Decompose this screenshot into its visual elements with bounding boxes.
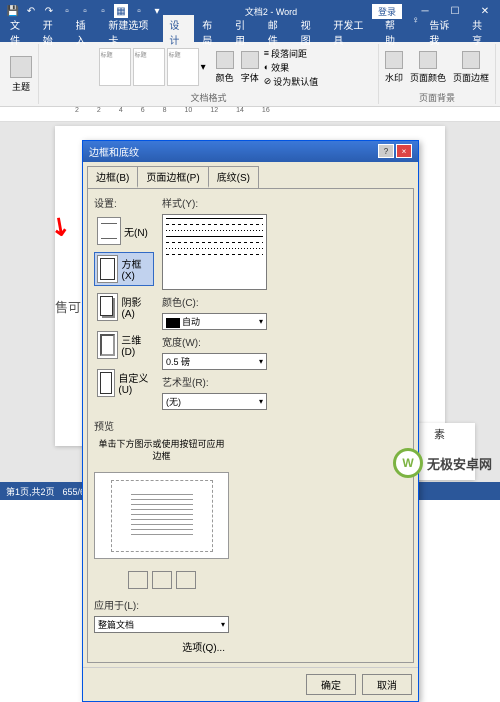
dialog-help-icon[interactable]: ? <box>378 144 394 158</box>
box-icon <box>97 255 118 283</box>
watermark-text: 无极安卓网 <box>427 454 492 473</box>
options-button[interactable]: 选项(Q)... <box>94 637 229 656</box>
width-label: 宽度(W): <box>162 334 267 349</box>
effects-button[interactable]: ◐ 效果 <box>264 61 319 74</box>
preview-label: 预览 <box>94 418 229 433</box>
apply-select[interactable]: 整篇文档 <box>94 616 229 633</box>
setting-box[interactable]: 方框(X) <box>94 252 154 286</box>
site-watermark: W 无极安卓网 <box>393 448 492 478</box>
dialog-tab-shading[interactable]: 底纹(S) <box>208 166 259 188</box>
dialog-tab-borders[interactable]: 边框(B) <box>87 166 138 188</box>
setting-shadow[interactable]: 阴影(A) <box>94 290 154 324</box>
dialog-title: 边框和底纹 <box>89 144 139 159</box>
watermark-button[interactable]: 水印 <box>383 49 405 86</box>
page-count[interactable]: 第1页,共2页 <box>6 485 55 498</box>
ribbon-group-background: 水印 页面颜色 页面边框 页面背景 <box>379 44 496 104</box>
style-column: 样式(Y): 颜色(C): 自动 宽度(W): 0.5 磅 艺术型(R): (无… <box>162 195 267 410</box>
colors-button[interactable]: 颜色 <box>214 49 236 86</box>
setting-3d[interactable]: 三维(D) <box>94 328 154 362</box>
dialog-tabs: 边框(B) 页面边框(P) 底纹(S) <box>83 162 418 188</box>
cancel-button[interactable]: 取消 <box>362 674 412 695</box>
apply-label: 应用于(L): <box>94 597 229 612</box>
dialog-footer: 确定 取消 <box>83 667 418 701</box>
setting-none[interactable]: 无(N) <box>94 214 154 248</box>
style-thumb[interactable]: 标题 <box>99 48 131 86</box>
ribbon-group-themes: 主题 <box>4 44 39 104</box>
color-label: 颜色(C): <box>162 294 267 309</box>
themes-icon <box>10 56 32 78</box>
preview-box[interactable] <box>94 472 229 559</box>
themes-button[interactable]: 主题 <box>8 54 34 95</box>
width-select[interactable]: 0.5 磅 <box>162 353 267 370</box>
color-select[interactable]: 自动 <box>162 313 267 330</box>
dialog-tab-page-borders[interactable]: 页面边框(P) <box>137 166 208 188</box>
none-icon <box>97 217 121 245</box>
preview-column: 预览 单击下方图示或使用按钮可应用边框 应用于(L): 整篇文档 选项(Q)..… <box>94 418 229 656</box>
fonts-icon <box>241 51 259 69</box>
style-gallery[interactable]: 标题 标题 标题 ▾ <box>99 48 211 86</box>
style-listbox[interactable] <box>162 214 267 290</box>
page-color-icon <box>419 51 437 69</box>
themes-label: 主题 <box>12 80 30 93</box>
page-border-button[interactable]: 页面边框 <box>451 49 491 86</box>
para-spacing-button[interactable]: ≡ 段落间距 <box>264 47 319 60</box>
gallery-more-icon[interactable]: ▾ <box>201 48 211 86</box>
shadow-icon <box>97 293 118 321</box>
edge-buttons <box>94 571 229 589</box>
page-border-icon <box>462 51 480 69</box>
style-thumb[interactable]: 标题 <box>167 48 199 86</box>
style-thumb[interactable]: 标题 <box>133 48 165 86</box>
page-color-button[interactable]: 页面颜色 <box>408 49 448 86</box>
edge-btn[interactable] <box>176 571 196 589</box>
threed-icon <box>97 331 118 359</box>
set-default-button[interactable]: ⊘ 设为默认值 <box>264 75 319 88</box>
watermark-logo: W <box>393 448 423 478</box>
borders-dialog: 边框和底纹 ?× 边框(B) 页面边框(P) 底纹(S) 设置: 无(N) 方框… <box>82 140 419 702</box>
settings-label: 设置: <box>94 195 154 210</box>
art-label: 艺术型(R): <box>162 374 267 389</box>
art-select[interactable]: (无) <box>162 393 267 410</box>
app-window: 💾 ↶ ↷ ▫ ▫ ▫ ▦ ▫ ▾ 文档2 - Word 登录 ─ ☐ ✕ 文件… <box>0 0 500 500</box>
watermark-icon <box>385 51 403 69</box>
ruler[interactable]: 2246810121416 <box>0 107 500 122</box>
ribbon-tabs: 文件 开始 插入 新建选项卡 设计 布局 引用 邮件 视图 开发工具 帮助 ♀ … <box>0 22 500 42</box>
dialog-titlebar[interactable]: 边框和底纹 ?× <box>83 141 418 162</box>
ribbon: 主题 标题 标题 标题 ▾ 颜色 字体 ≡ 段落间距 ◐ 效果 ⊘ 设为默认值 … <box>0 42 500 107</box>
dialog-body: 设置: 无(N) 方框(X) 阴影(A) 三维(D) 自定义(U) 样式(Y):… <box>87 188 414 663</box>
ribbon-group-format: 标题 标题 标题 ▾ 颜色 字体 ≡ 段落间距 ◐ 效果 ⊘ 设为默认值 文档格… <box>39 44 379 104</box>
settings-column: 设置: 无(N) 方框(X) 阴影(A) 三维(D) 自定义(U) <box>94 195 154 410</box>
edge-btn[interactable] <box>152 571 172 589</box>
edge-btn[interactable] <box>128 571 148 589</box>
preview-hint: 单击下方图示或使用按钮可应用边框 <box>94 437 229 464</box>
style-label: 样式(Y): <box>162 195 267 210</box>
custom-icon <box>97 369 115 397</box>
setting-custom[interactable]: 自定义(U) <box>94 366 154 400</box>
fonts-button[interactable]: 字体 <box>239 49 261 86</box>
dialog-close-icon[interactable]: × <box>396 144 412 158</box>
group-label: 文档格式 <box>190 90 226 104</box>
group-label: 页面背景 <box>419 90 455 104</box>
colors-icon <box>216 51 234 69</box>
ok-button[interactable]: 确定 <box>306 674 356 695</box>
